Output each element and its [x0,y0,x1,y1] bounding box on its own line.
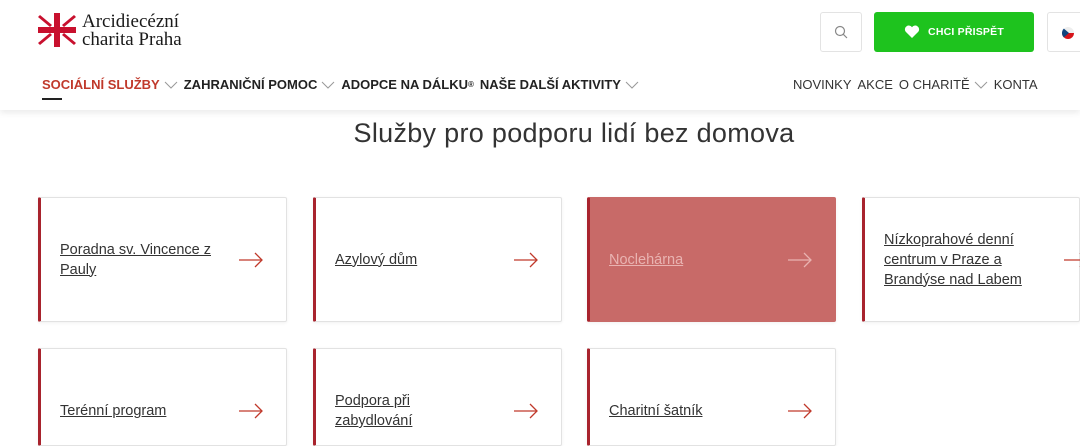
service-card[interactable]: Terénní program [38,348,287,446]
service-card-link[interactable]: Poradna sv. Vincence z Pauly [60,240,220,280]
nav-item-adopce-na-dalku[interactable]: ADOPCE NA DÁLKU ® [341,77,474,92]
arrow-right-icon [787,252,813,268]
service-card-link[interactable]: Podpora při zabydlování [335,391,455,431]
arrow-right-icon [238,403,264,419]
service-card[interactable]: Azylový dům [313,197,562,322]
nav-item-o-charite[interactable]: O CHARITĚ [899,77,988,92]
donate-label: CHCI PŘISPĚT [928,26,1004,38]
logo[interactable]: Arcidiecézní charita Praha [38,12,182,50]
nav-label: AKCE [857,77,893,92]
service-card-link[interactable]: Charitní šatník [609,401,769,421]
service-card[interactable]: Charitní šatník [587,348,836,446]
service-card[interactable]: Poradna sv. Vincence z Pauly [38,197,287,322]
nav-label: NOVINKY [793,77,852,92]
service-card-link[interactable]: Noclehárna [609,250,769,270]
nav-label: ADOPCE NA DÁLKU [341,77,468,92]
service-card-link[interactable]: Nízkoprahové denní centrum v Praze a Bra… [884,230,1054,290]
arrow-right-icon [787,403,813,419]
nav-item-akce[interactable]: AKCE [858,77,893,92]
page-title: Služby pro podporu lidí bez domova [353,118,795,148]
chevron-down-icon [974,81,988,89]
donate-button[interactable]: CHCI PŘISPĚT [874,12,1034,52]
service-card[interactable]: Podpora při zabydlování [313,348,562,446]
nav-item-nase-dalsi-aktivity[interactable]: NAŠE DALŠÍ AKTIVITY [480,77,639,92]
arrow-right-icon [1063,252,1080,268]
nav-item-zahranicni-pomoc[interactable]: ZAHRANIČNÍ POMOC [184,77,336,92]
service-card[interactable]: Nízkoprahové denní centrum v Praze a Bra… [862,197,1080,322]
service-card-active[interactable]: Noclehárna [587,197,836,322]
logo-text: Arcidiecézní charita Praha [82,12,182,50]
service-card-link[interactable]: Terénní program [60,401,220,421]
heart-icon [904,25,920,39]
caritas-cross-icon [38,13,76,47]
chevron-down-icon [164,81,178,89]
chevron-down-icon [625,81,639,89]
arrow-right-icon [238,252,264,268]
nav-item-novinky[interactable]: NOVINKY [793,77,852,92]
nav-item-kontakty[interactable]: KONTA [994,77,1038,92]
nav-item-socialni-sluzby[interactable]: SOCIÁLNÍ SLUŽBY [42,77,178,100]
nav-label: KONTA [993,77,1038,92]
search-button[interactable] [820,12,862,52]
active-indicator [42,98,62,100]
main-nav: SOCIÁLNÍ SLUŽBY ZAHRANIČNÍ POMOC ADOPCE … [42,77,645,100]
nav-label: O CHARITĚ [898,77,970,92]
language-switcher[interactable] [1047,12,1080,52]
nav-label: ZAHRANIČNÍ POMOC [183,77,318,92]
arrow-right-icon [513,252,539,268]
nav-label: NAŠE DALŠÍ AKTIVITY [479,77,621,92]
search-icon [834,25,848,39]
secondary-nav: NOVINKY AKCE O CHARITĚ KONTA [793,77,1044,92]
arrow-right-icon [513,403,539,419]
czech-flag-icon [1062,27,1074,39]
site-header: Arcidiecézní charita Praha CHCI PŘISPĚT … [0,0,1080,110]
service-card-link[interactable]: Azylový dům [335,250,495,270]
nav-label: SOCIÁLNÍ SLUŽBY [42,77,160,92]
chevron-down-icon [321,81,335,89]
logo-line-2: charita Praha [82,29,182,50]
